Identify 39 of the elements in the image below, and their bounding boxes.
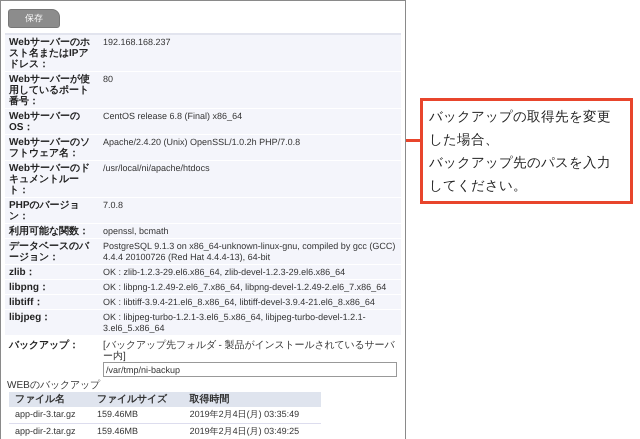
field-value: OK : libjpeg-turbo-1.2.1-3.el6_5.x86_64, libjpeg-turbo-devel-1.2.1-3.el6_5.x86_64 <box>102 311 367 335</box>
field-label: Webサーバーのソフトウェア名： <box>8 136 91 160</box>
field-label: Webサーバーのホスト名またはIPアドレス： <box>8 36 91 71</box>
field-value: OK : libtiff-3.9.4-21.el6_8.x86_64, libtiff-devel-3.9.4-21.el6_8.x86_64 <box>102 296 376 309</box>
note-line: バックアップの取得先を変更した場合、 <box>429 108 612 149</box>
field-value: OK : libpng-1.2.49-2.el6_7.x86_64, libpng-devel-1.2.49-2.el6_7.x86_64 <box>102 281 388 294</box>
field-value: Apache/2.4.20 (Unix) OpenSSL/1.0.2h PHP/7.0.8 <box>102 136 302 149</box>
table-cell: 2019年2月4日(月) 03:35:49 <box>184 407 321 423</box>
table-cell: app-dir-2.tar.gz <box>9 423 91 439</box>
field-label: Webサーバーのドキュメントルート： <box>8 162 91 197</box>
field-value: CentOS release 6.8 (Final) x86_64 <box>102 110 244 123</box>
field-label: libtiff： <box>8 296 44 309</box>
table-cell: 159.46MB <box>90 407 184 423</box>
field-label: libpng： <box>8 281 50 294</box>
field-label: Webサーバーが使用しているポート番号： <box>8 72 91 108</box>
field-label: libjpeg： <box>8 311 52 325</box>
path-field[interactable]: /var/tmp/ni-backup <box>103 362 397 377</box>
table-cell: app-dir-3.tar.gz <box>9 407 91 423</box>
column-header: ファイルサイズ <box>90 392 184 407</box>
field-value: openssl, bcmath <box>102 225 170 238</box>
field-label: 利用可能な関数： <box>8 224 90 238</box>
field-value: 7.0.8 <box>102 199 124 212</box>
column-header: 取得時間 <box>184 392 321 407</box>
column-header: ファイル名 <box>9 392 91 407</box>
field-value: 80 <box>102 73 114 86</box>
field-label: データベースのバージョン： <box>8 240 90 264</box>
field-label: バックアップ： <box>8 338 80 353</box>
table-cell: 159.46MB <box>90 423 184 439</box>
hint-text: [バックアップ先フォルダ - 製品がインストールされているサーバー内] <box>103 340 396 362</box>
section-title: WEBのバックアップ <box>7 380 102 391</box>
field-label: zlib： <box>8 266 37 279</box>
field-value: 192.168.168.237 <box>102 36 172 49</box>
table-cell: 2019年2月4日(月) 03:49:25 <box>184 423 321 439</box>
field-value: PostgreSQL 9.1.3 on x86_64-unknown-linux-gnu, compiled by gcc (GCC) 4.4.4 20100726 (Red Hat 4.4.4-13), 64-bit <box>102 240 396 264</box>
field-label: PHPのバージョン： <box>8 199 81 223</box>
field-label: WebサーバーのOS： <box>8 110 81 134</box>
field-value: /usr/local/ni/apache/htdocs <box>102 162 211 175</box>
field-value: OK : zlib-1.2.3-29.el6.x86_64, zlib-devel-1.2.3-29.el6.x86_64 <box>102 266 346 279</box>
note-line: バックアップ先のパスを入力してください。 <box>429 154 612 195</box>
